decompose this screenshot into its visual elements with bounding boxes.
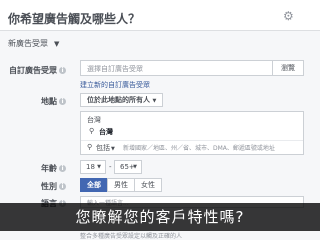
custom-audience-input[interactable]: 選擇自訂廣告受眾 瀏覽 <box>80 60 304 76</box>
gender-option-male[interactable]: 男性 <box>107 178 135 192</box>
caption-text: 您瞭解您的客戶特性嗎? <box>75 208 245 226</box>
footer-strip: 整合多種廣告受眾設定以觸及正確的人 <box>0 231 320 240</box>
gear-icon[interactable]: ⚙ <box>283 9 303 23</box>
gender-option-female[interactable]: 女性 <box>134 178 162 192</box>
age-min-select[interactable]: 18 ▼ <box>80 160 106 174</box>
info-icon: i <box>59 67 66 74</box>
age-max-select[interactable]: 65+ ▼ <box>114 160 142 174</box>
info-icon: i <box>59 98 66 105</box>
location-search-input[interactable]: 新增國家／地區、州／省、城市、DMA、郵遞區號或地址 <box>123 143 275 152</box>
info-icon: i <box>59 165 66 172</box>
gender-toggle: 全部 男性 女性 <box>80 178 162 192</box>
create-custom-audience-link[interactable]: 建立新的自訂廣告受眾 <box>80 80 150 90</box>
location-pin-icon: ⚲ <box>89 127 95 135</box>
footer-text: 整合多種廣告受眾設定以觸及正確的人 <box>80 233 183 240</box>
custom-audience-label: 自訂廣告受眾 i <box>0 65 66 76</box>
location-label: 地點 i <box>0 96 66 107</box>
info-icon: i <box>59 183 66 190</box>
location-box: 台灣 ⚲ 台灣 ⚲ 包括▼ 新增國家／地區、州／省、城市、DMA、郵遞區號或地址 <box>80 111 304 155</box>
location-pin-icon: ⚲ <box>87 143 93 151</box>
country-header: 台灣 <box>87 116 101 124</box>
caret-down-icon: ▼ <box>97 164 101 170</box>
caret-down-icon: ▼ <box>133 164 137 170</box>
gender-label: 性別 i <box>0 181 66 192</box>
selected-location[interactable]: 台灣 <box>99 127 113 137</box>
gender-option-all[interactable]: 全部 <box>80 178 108 192</box>
caret-down-icon: ▼ <box>152 98 157 104</box>
audience-selector-label: 新廣告受眾 <box>8 39 48 48</box>
location-divider <box>81 140 303 141</box>
caret-down-icon: ▼ <box>54 40 60 48</box>
location-mode-dropdown[interactable]: 位於此地點的所有人 ▼ <box>80 93 164 107</box>
age-separator: - <box>109 163 112 171</box>
include-dropdown[interactable]: 包括▼ <box>96 143 115 153</box>
browse-button[interactable]: 瀏覽 <box>272 61 303 75</box>
caret-down-icon: ▼ <box>111 146 115 152</box>
page-title: 你希望廣告觸及哪些人？ <box>8 12 141 26</box>
age-label: 年齡 i <box>0 163 66 174</box>
audience-selector[interactable]: 新廣告受眾 ▼ <box>8 38 59 49</box>
custom-audience-placeholder: 選擇自訂廣告受眾 <box>87 65 143 73</box>
